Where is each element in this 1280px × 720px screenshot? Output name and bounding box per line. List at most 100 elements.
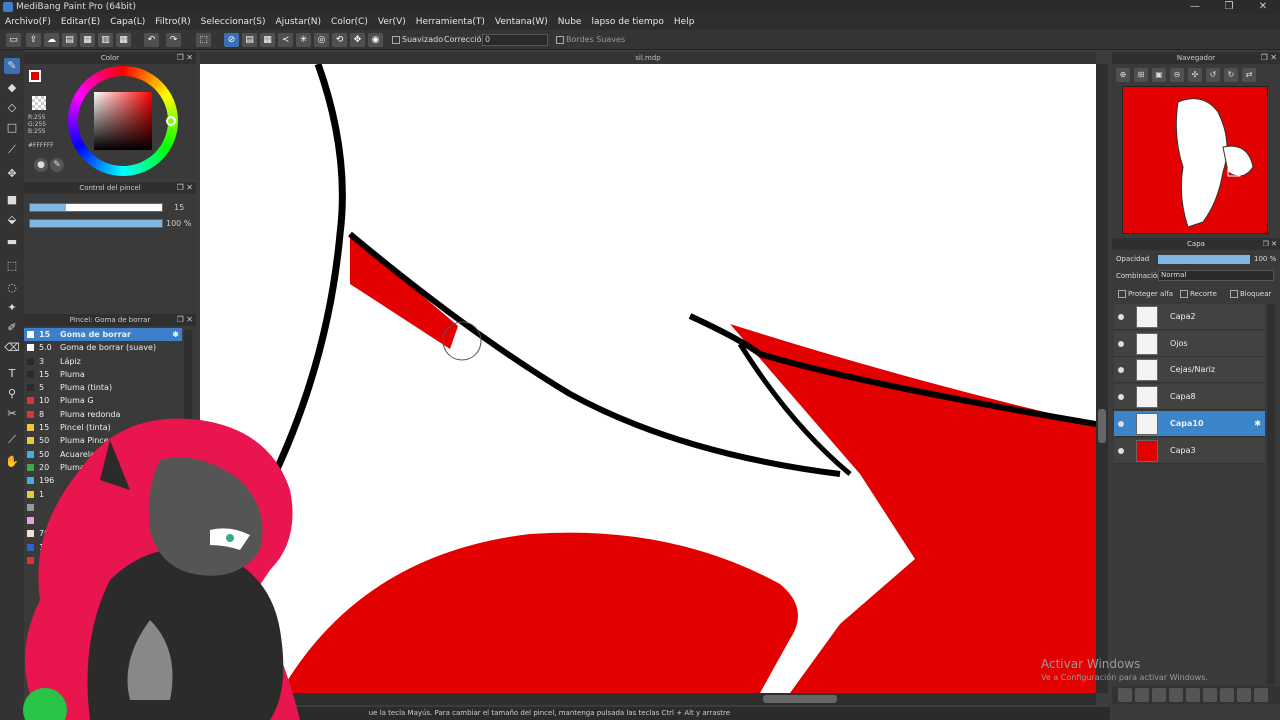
redo-icon[interactable]: ↷	[166, 33, 181, 47]
menu-ver[interactable]: Ver(V)	[378, 14, 406, 30]
rotate-left-icon[interactable]: ↺	[1206, 68, 1220, 82]
snap-angle-icon[interactable]: ≺	[278, 33, 293, 47]
close-button[interactable]: ✕	[1246, 0, 1280, 14]
visibility-icon[interactable]	[1118, 314, 1124, 320]
zoom-fit-icon[interactable]: ⊞	[1134, 68, 1148, 82]
visibility-icon[interactable]	[1118, 394, 1124, 401]
line-tool-icon[interactable]: ⟋	[4, 142, 20, 158]
gradient-tool-icon[interactable]: ▬	[4, 234, 20, 250]
grid-icon[interactable]: ▤	[62, 33, 77, 47]
layout-icon[interactable]: ▦	[80, 33, 95, 47]
tile-icon[interactable]: ▦	[116, 33, 131, 47]
delete-layer-icon[interactable]	[1254, 688, 1268, 702]
navigator-preview[interactable]	[1122, 86, 1268, 234]
menu-nube[interactable]: Nube	[558, 14, 582, 30]
snap-parallel-icon[interactable]: ▤	[242, 33, 257, 47]
new-layer-icon[interactable]	[1118, 688, 1132, 702]
brush-item[interactable]: 15 Goma de borrar ✱	[24, 328, 182, 342]
move-tool-icon[interactable]: ✥	[4, 166, 20, 182]
new-8bit-layer-icon[interactable]	[1152, 688, 1166, 702]
select-eraser-tool-icon[interactable]: ⌫	[4, 340, 20, 356]
save-icon[interactable]: ⇪	[26, 33, 41, 47]
layer-row[interactable]: Capa3	[1114, 437, 1265, 464]
visibility-icon[interactable]	[1118, 367, 1124, 374]
eyedropper-icon[interactable]: ✎	[50, 158, 64, 172]
new-folder-icon[interactable]	[1186, 688, 1200, 702]
primary-color-swatch[interactable]	[29, 70, 41, 82]
vertical-scroll-thumb[interactable]	[1098, 409, 1106, 443]
bordes-suaves-checkbox[interactable]	[556, 35, 564, 44]
panel-controls-icon[interactable]: ❐ ✕	[1263, 238, 1277, 250]
brush-item[interactable]: 3 Lápiz	[24, 355, 182, 368]
menu-lapso[interactable]: lapso de tiempo	[591, 14, 663, 30]
visibility-icon[interactable]	[1118, 447, 1124, 454]
suavizado-toggle[interactable]: Suavizado	[392, 33, 443, 47]
layer-row[interactable]: Cejas/Nariz	[1114, 357, 1265, 384]
menu-editar[interactable]: Editar(E)	[61, 14, 100, 30]
menu-herramienta[interactable]: Herramienta(T)	[416, 14, 485, 30]
brush-tool-icon[interactable]: ✎	[4, 58, 20, 74]
duplicate-layer-icon[interactable]	[1203, 688, 1217, 702]
canvas-horizontal-scrollbar[interactable]	[200, 693, 1096, 705]
select-pen-tool-icon[interactable]: ✐	[4, 320, 20, 336]
panel-controls-icon[interactable]: ❐ ✕	[177, 314, 193, 326]
new-1bit-layer-icon[interactable]	[1169, 688, 1183, 702]
fill-rect-tool-icon[interactable]: ■	[4, 192, 20, 208]
layer-settings-icon[interactable]: ✱	[1254, 411, 1261, 437]
zoom-out-icon[interactable]: ⊖	[1170, 68, 1184, 82]
lock-checkbox[interactable]	[1230, 290, 1238, 298]
lasso-tool-icon[interactable]: ◌	[4, 280, 20, 296]
snap-3d-icon[interactable]: ✥	[350, 33, 365, 47]
menu-filtro[interactable]: Filtro(R)	[155, 14, 190, 30]
menu-help[interactable]: Help	[674, 14, 695, 30]
suavizado-checkbox[interactable]	[392, 35, 400, 44]
canvas-vertical-scrollbar[interactable]	[1096, 64, 1108, 693]
actual-size-icon[interactable]: ✣	[1188, 68, 1202, 82]
brush-item[interactable]: 15 Pluma	[24, 368, 182, 381]
menu-color[interactable]: Color(C)	[331, 14, 368, 30]
visibility-icon[interactable]	[1118, 420, 1124, 427]
snap-grid-icon[interactable]: ▦	[260, 33, 275, 47]
panel-icon[interactable]: ▥	[98, 33, 113, 47]
snap-off-icon[interactable]: ⊘	[224, 33, 239, 47]
fit-window-icon[interactable]: ▣	[1152, 68, 1166, 82]
horizontal-scroll-thumb[interactable]	[763, 695, 837, 703]
drawing-canvas[interactable]	[200, 64, 1096, 693]
select-icon[interactable]: ⬚	[196, 33, 211, 47]
protect-alpha-toggle[interactable]: Proteger alfa	[1118, 290, 1173, 298]
text-tool-icon[interactable]: T	[4, 366, 20, 382]
shape-tool-icon[interactable]: □	[4, 120, 20, 136]
saturation-square[interactable]	[94, 92, 152, 150]
hue-wheel[interactable]	[68, 66, 178, 176]
undo-icon[interactable]: ↶	[144, 33, 159, 47]
snap-settings-icon[interactable]: ◉	[368, 33, 383, 47]
cloud-icon[interactable]: ☁	[44, 33, 59, 47]
menu-archivo[interactable]: Archivo(F)	[5, 14, 51, 30]
eraser-tool-icon[interactable]: ◆	[4, 80, 20, 96]
visibility-icon[interactable]	[1118, 340, 1124, 347]
layer-row[interactable]: Capa10 ✱	[1114, 410, 1265, 437]
select-rect-tool-icon[interactable]: ⬚	[4, 258, 20, 274]
clipping-toggle[interactable]: Recorte	[1180, 290, 1217, 298]
panel-controls-icon[interactable]: ❐ ✕	[177, 182, 193, 194]
layer-row[interactable]: Ojos	[1114, 330, 1265, 357]
dot-tool-icon[interactable]: ◇	[4, 100, 20, 116]
snap-curve-icon[interactable]: ⟲	[332, 33, 347, 47]
brush-size-slider[interactable]	[29, 203, 163, 212]
clipping-checkbox[interactable]	[1180, 290, 1188, 298]
document-tab[interactable]: sil.mdp	[200, 52, 1096, 64]
menu-ajustar[interactable]: Ajustar(N)	[275, 14, 321, 30]
layer-row[interactable]: Capa2	[1114, 304, 1265, 330]
minimize-button[interactable]: —	[1178, 0, 1212, 14]
rotate-right-icon[interactable]: ↻	[1224, 68, 1238, 82]
brush-item[interactable]: 5 Pluma (tinta)	[24, 381, 182, 394]
flip-icon[interactable]: ⇄	[1242, 68, 1256, 82]
merge-layer-icon[interactable]	[1220, 688, 1234, 702]
menu-seleccionar[interactable]: Seleccionar(S)	[201, 14, 266, 30]
new-halftone-layer-icon[interactable]	[1135, 688, 1149, 702]
layer-settings-icon[interactable]	[1237, 688, 1251, 702]
magic-wand-tool-icon[interactable]: ✦	[4, 300, 20, 316]
blend-mode-select[interactable]: Normal	[1158, 270, 1274, 281]
menu-ventana[interactable]: Ventana(W)	[495, 14, 548, 30]
panel-controls-icon[interactable]: ❐ ✕	[1261, 52, 1277, 64]
